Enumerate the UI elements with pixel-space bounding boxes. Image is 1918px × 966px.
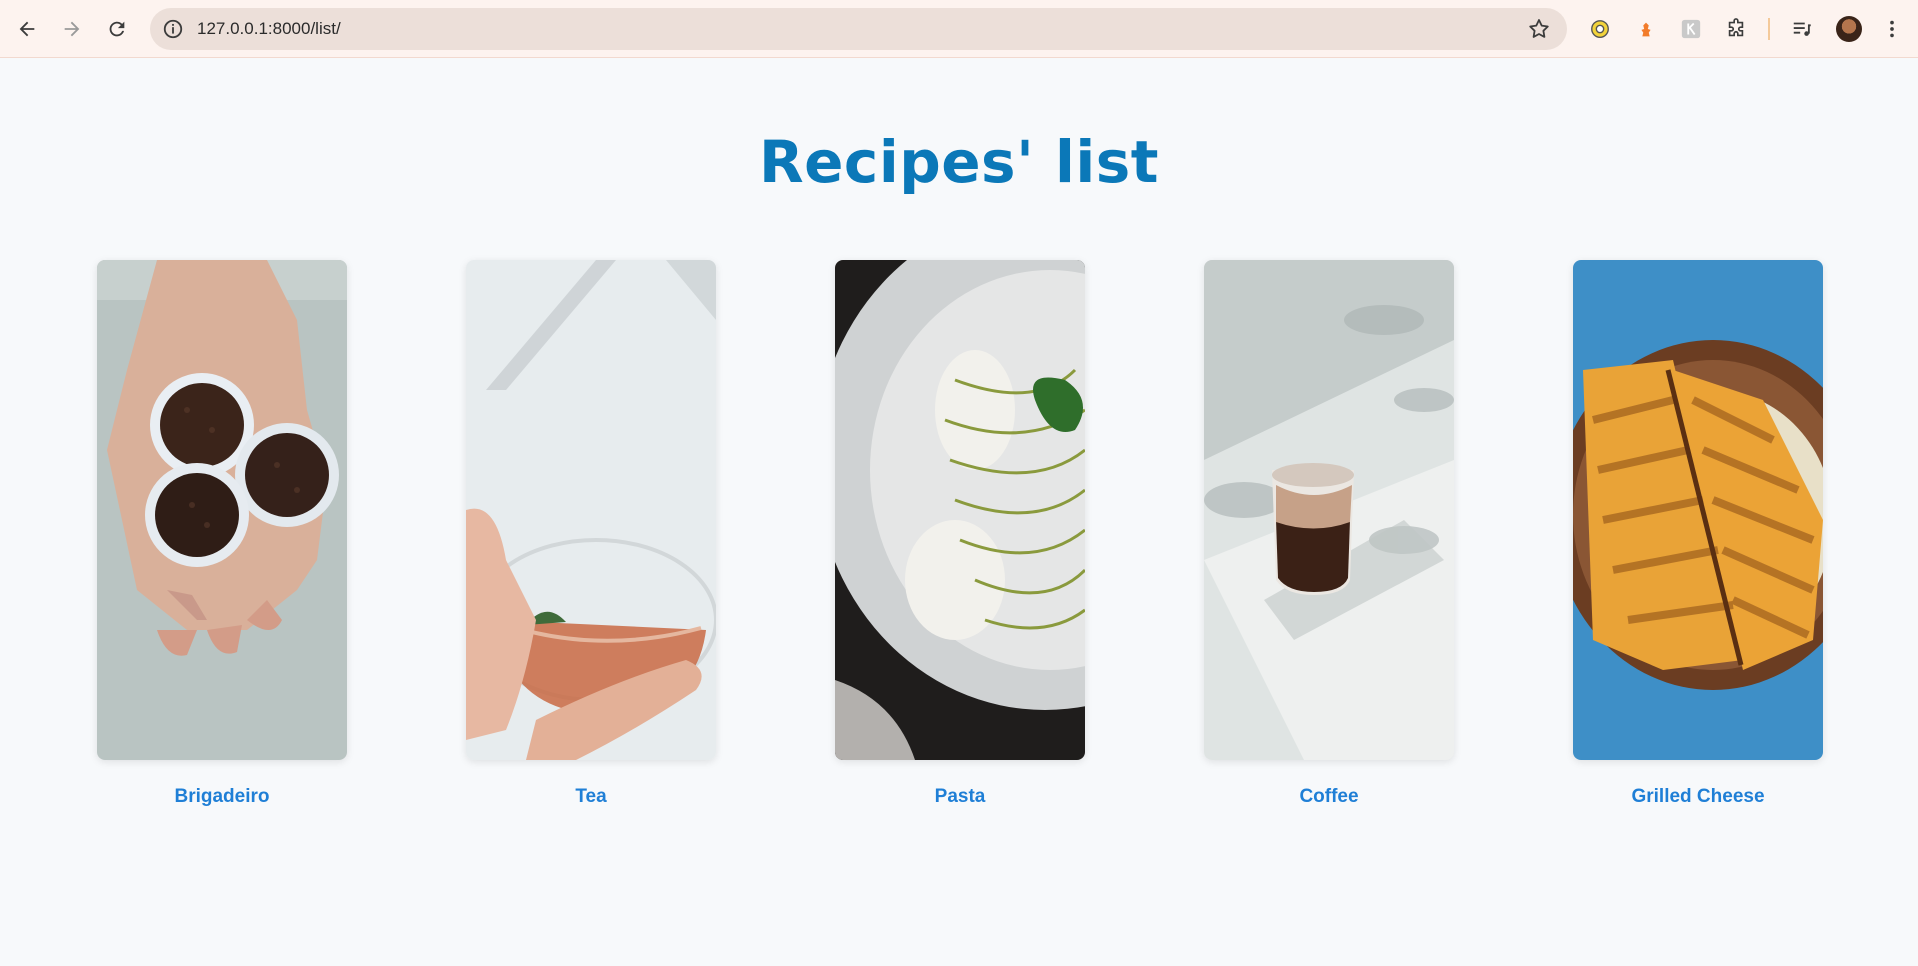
page-title: Recipes' list — [758, 128, 1160, 196]
media-controls-icon[interactable] — [1788, 15, 1816, 43]
forward-button[interactable] — [55, 12, 89, 46]
recipe-image-coffee[interactable] — [1204, 260, 1454, 760]
recipe-card[interactable]: Coffee — [1204, 260, 1454, 808]
reload-icon — [109, 21, 125, 37]
recipe-link[interactable]: Tea — [466, 786, 716, 808]
recipe-image-pasta[interactable] — [835, 260, 1085, 760]
site-info-icon[interactable] — [162, 18, 184, 40]
address-bar[interactable]: 127.0.0.1:8000/list/ — [150, 8, 1567, 50]
menu-kebab-icon[interactable] — [1878, 15, 1906, 43]
toolbar-separator — [1768, 18, 1770, 40]
bookmark-star-icon[interactable] — [1527, 17, 1551, 41]
profile-avatar[interactable] — [1836, 16, 1862, 42]
recipe-card[interactable]: Grilled Cheese — [1573, 260, 1823, 808]
recipe-link[interactable]: Brigadeiro — [97, 786, 347, 808]
arrow-right-icon — [64, 21, 80, 37]
recipe-card[interactable]: Brigadeiro — [97, 260, 347, 808]
recipe-link[interactable]: Grilled Cheese — [1573, 786, 1823, 808]
extensions-puzzle-icon[interactable] — [1722, 15, 1750, 43]
recipe-link[interactable]: Pasta — [835, 786, 1085, 808]
recipe-link[interactable]: Coffee — [1204, 786, 1454, 808]
browser-toolbar: 127.0.0.1:8000/list/ — [0, 0, 1918, 58]
extension-icon-ring[interactable] — [1586, 15, 1614, 43]
recipe-card[interactable]: Tea — [466, 260, 716, 808]
back-button[interactable] — [10, 12, 44, 46]
recipe-image-brigadeiro[interactable] — [97, 260, 347, 760]
url-text[interactable]: 127.0.0.1:8000/list/ — [197, 19, 341, 39]
recipe-image-tea[interactable] — [466, 260, 716, 760]
extension-icon-chess[interactable] — [1632, 15, 1660, 43]
arrow-left-icon — [19, 21, 35, 37]
extension-icon-gray[interactable] — [1677, 15, 1705, 43]
reload-button[interactable] — [100, 12, 134, 46]
recipe-card[interactable]: Pasta — [835, 260, 1085, 808]
recipe-image-grilled-cheese[interactable] — [1573, 260, 1823, 760]
